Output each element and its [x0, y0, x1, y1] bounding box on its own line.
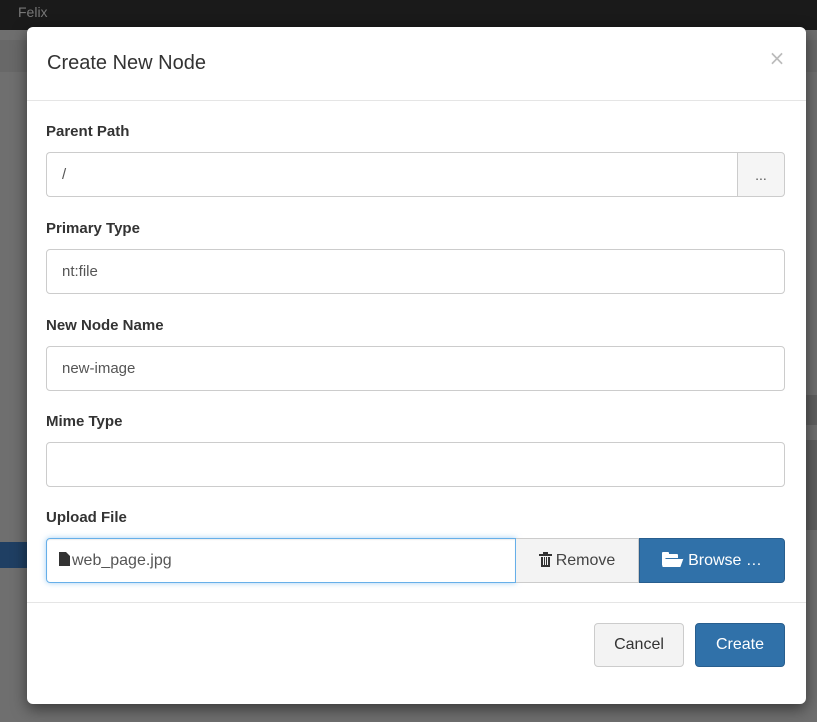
upload-filename: web_page.jpg [72, 552, 172, 569]
browse-file-button[interactable]: Browse … [639, 538, 785, 583]
mime-type-input[interactable] [46, 442, 785, 487]
node-name-label: New Node Name [46, 317, 164, 334]
folder-open-icon [662, 551, 684, 567]
node-name-input[interactable]: new-image [46, 346, 785, 391]
primary-type-input[interactable]: nt:file [46, 249, 785, 294]
parent-path-input[interactable]: / [46, 152, 737, 197]
upload-file-group: web_page.jpg Remove Browse … [46, 538, 785, 583]
parent-path-group: / ... [46, 152, 785, 197]
upload-file-display[interactable]: web_page.jpg [46, 538, 516, 583]
app-topbar: Felix [0, 0, 817, 30]
file-icon [59, 552, 70, 566]
dialog-title: Create New Node [47, 52, 206, 74]
dialog-header: Create New Node × [27, 27, 806, 101]
trash-icon [538, 551, 552, 567]
mime-type-label: Mime Type [46, 413, 123, 430]
cancel-button[interactable]: Cancel [594, 623, 684, 667]
parent-path-label: Parent Path [46, 123, 130, 140]
browse-path-button[interactable]: ... [737, 152, 785, 197]
backdrop-panel-edge [806, 395, 817, 425]
dialog-footer: Cancel Create [27, 602, 806, 704]
create-node-dialog: Create New Node × Parent Path / ... Prim… [27, 27, 806, 704]
app-title: Felix [18, 4, 48, 20]
close-icon[interactable]: × [768, 47, 786, 69]
remove-label: Remove [555, 551, 616, 569]
create-button[interactable]: Create [695, 623, 785, 667]
browse-label: Browse … [688, 551, 762, 569]
backdrop-panel-edge-lower [806, 440, 817, 530]
backdrop-selected-row [0, 542, 28, 568]
remove-file-button[interactable]: Remove [516, 538, 639, 583]
primary-type-label: Primary Type [46, 220, 140, 237]
upload-file-label: Upload File [46, 509, 127, 526]
